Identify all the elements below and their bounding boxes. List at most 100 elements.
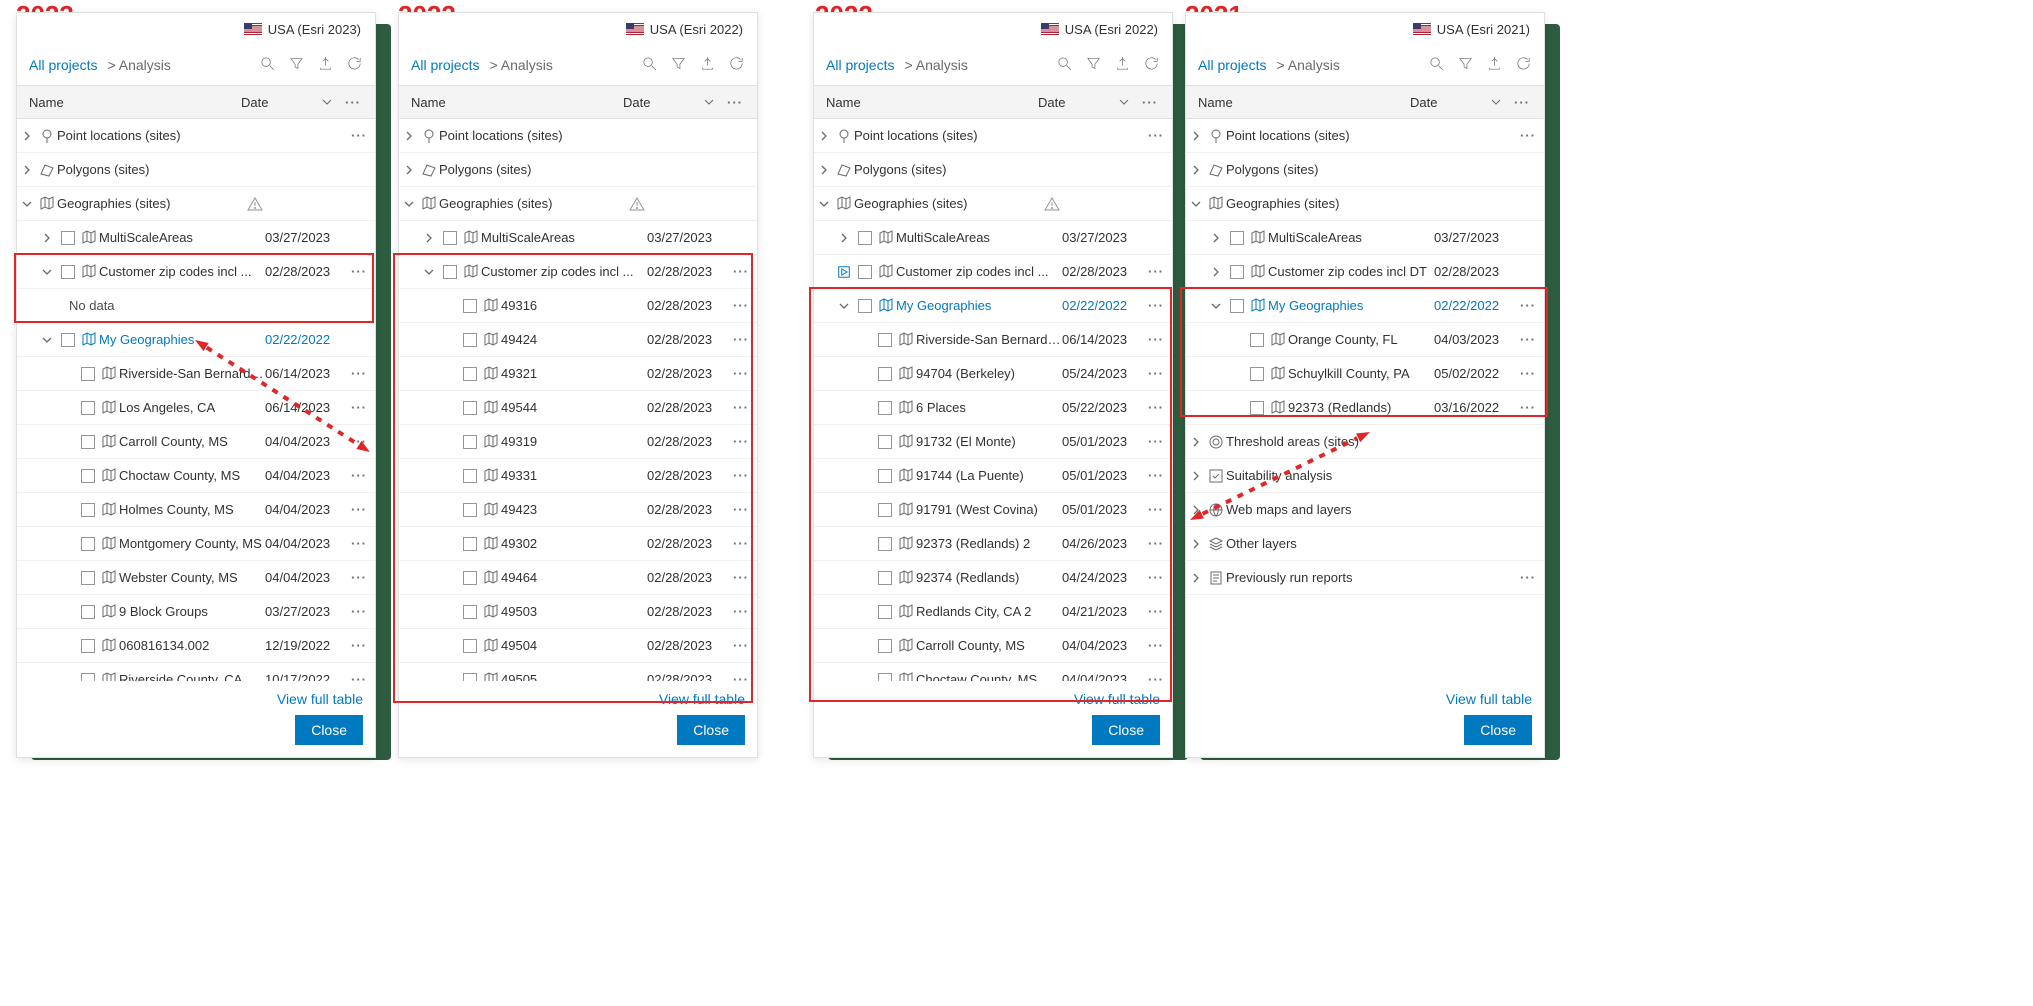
tree-row[interactable]: 49503 02/28/2023··· [399,595,757,629]
row-menu[interactable]: ··· [1144,502,1168,517]
view-full-table-link[interactable]: View full table [277,691,363,707]
checkbox[interactable] [459,605,481,619]
tree-row[interactable]: Suitability analysis [1186,459,1544,493]
tree-row[interactable]: Geographies (sites) [1186,187,1544,221]
checkbox[interactable] [854,265,876,279]
tree-row[interactable]: 49544 02/28/2023··· [399,391,757,425]
col-menu[interactable]: ··· [725,95,745,110]
refresh-icon[interactable] [1515,55,1532,75]
row-menu[interactable]: ··· [729,672,753,681]
tree-row[interactable]: Customer zip codes incl DT 02/28/2023 [1186,255,1544,289]
tree-row[interactable]: Polygons (sites) [399,153,757,187]
expand-toggle[interactable] [1186,130,1206,142]
tree-row[interactable]: 91791 (West Covina) 05/01/2023··· [814,493,1172,527]
filter-icon[interactable] [1085,55,1102,75]
tree-row[interactable]: 91732 (El Monte) 05/01/2023··· [814,425,1172,459]
search-icon[interactable] [1056,55,1073,75]
sort-icon[interactable] [1118,96,1140,108]
checkbox[interactable] [77,537,99,551]
expand-toggle[interactable] [399,198,419,210]
tree-row[interactable]: 49505 02/28/2023··· [399,663,757,681]
tree-row[interactable]: Choctaw County, MS 04/04/2023··· [17,459,375,493]
close-button[interactable]: Close [677,715,745,745]
expand-toggle[interactable] [1186,164,1206,176]
tree-row[interactable]: MultiScaleAreas 03/27/2023 [17,221,375,255]
tree-row[interactable]: Customer zip codes incl ... 02/28/2023··… [814,255,1172,289]
expand-toggle[interactable] [1186,436,1206,448]
search-icon[interactable] [1428,55,1445,75]
tree-row[interactable]: Geographies (sites) [814,187,1172,221]
checkbox[interactable] [874,571,896,585]
refresh-icon[interactable] [1143,55,1160,75]
refresh-icon[interactable] [728,55,745,75]
row-menu[interactable]: ··· [1144,536,1168,551]
refresh-icon[interactable] [346,55,363,75]
col-menu[interactable]: ··· [343,95,363,110]
expand-toggle[interactable] [834,300,854,312]
tree-row[interactable]: 9 Block Groups 03/27/2023··· [17,595,375,629]
row-menu[interactable]: ··· [347,536,371,551]
tree-row[interactable]: Holmes County, MS 04/04/2023··· [17,493,375,527]
tree-row[interactable]: Schuylkill County, PA 05/02/2022··· [1186,357,1544,391]
tree-row[interactable]: 49464 02/28/2023··· [399,561,757,595]
checkbox[interactable] [439,231,461,245]
row-menu[interactable]: ··· [1516,366,1540,381]
col-date[interactable]: Date [241,95,321,110]
expand-toggle[interactable] [17,198,37,210]
col-date[interactable]: Date [1038,95,1118,110]
row-menu[interactable]: ··· [729,264,753,279]
tree-row[interactable]: 92374 (Redlands) 04/24/2023··· [814,561,1172,595]
expand-toggle[interactable] [37,334,57,346]
tree-row[interactable]: 49504 02/28/2023··· [399,629,757,663]
sort-icon[interactable] [703,96,725,108]
tree-row[interactable]: Other layers [1186,527,1544,561]
tree-row[interactable]: 49319 02/28/2023··· [399,425,757,459]
tree-row[interactable]: 6 Places 05/22/2023··· [814,391,1172,425]
tree-row[interactable]: My Geographies 02/22/2022 [17,323,375,357]
expand-toggle[interactable] [814,198,834,210]
tree-row[interactable]: 49424 02/28/2023··· [399,323,757,357]
row-menu[interactable]: ··· [729,366,753,381]
breadcrumb-all-projects[interactable]: All projects [1198,57,1266,73]
row-menu[interactable]: ··· [1516,332,1540,347]
expand-toggle[interactable] [1206,266,1226,278]
row-menu[interactable]: ··· [1516,400,1540,415]
tree-row[interactable]: Point locations (sites) ··· [1186,119,1544,153]
row-menu[interactable]: ··· [1144,434,1168,449]
row-menu[interactable]: ··· [1144,672,1168,681]
checkbox[interactable] [77,639,99,653]
checkbox[interactable] [77,367,99,381]
close-button[interactable]: Close [295,715,363,745]
checkbox[interactable] [874,333,896,347]
row-menu[interactable]: ··· [729,570,753,585]
tree-row[interactable]: 060816134.002 12/19/2022··· [17,629,375,663]
tree-list[interactable]: Point locations (sites) ··· Polygons (si… [1186,119,1544,681]
tree-row[interactable]: Los Angeles, CA 06/14/2023··· [17,391,375,425]
tree-row[interactable]: MultiScaleAreas 03/27/2023 [399,221,757,255]
row-menu[interactable]: ··· [347,638,371,653]
tree-row[interactable]: Webster County, MS 04/04/2023··· [17,561,375,595]
export-icon[interactable] [699,55,716,75]
checkbox[interactable] [57,231,79,245]
checkbox[interactable] [1226,231,1248,245]
checkbox[interactable] [459,537,481,551]
tree-row[interactable]: Carroll County, MS 04/04/2023··· [814,629,1172,663]
col-name[interactable]: Name [411,95,623,110]
row-menu[interactable]: ··· [347,672,371,681]
row-menu[interactable]: ··· [729,536,753,551]
checkbox[interactable] [1246,367,1268,381]
tree-list[interactable]: Point locations (sites) Polygons (sites)… [399,119,757,681]
tree-row[interactable]: Point locations (sites) ··· [814,119,1172,153]
tree-row[interactable]: Point locations (sites) ··· [17,119,375,153]
tree-row[interactable]: 49423 02/28/2023··· [399,493,757,527]
tree-row[interactable]: 92373 (Redlands) 03/16/2022··· [1186,391,1544,425]
tree-row[interactable]: 91744 (La Puente) 05/01/2023··· [814,459,1172,493]
expand-toggle[interactable] [834,232,854,244]
row-menu[interactable]: ··· [1144,638,1168,653]
tree-row[interactable]: Orange County, FL 04/03/2023··· [1186,323,1544,357]
expand-toggle[interactable] [17,130,37,142]
tree-row[interactable]: Riverside County, CA 10/17/2022··· [17,663,375,681]
tree-row[interactable]: Customer zip codes incl ... 02/28/2023··… [17,255,375,289]
row-menu[interactable]: ··· [1516,570,1540,585]
tree-row[interactable]: 49302 02/28/2023··· [399,527,757,561]
